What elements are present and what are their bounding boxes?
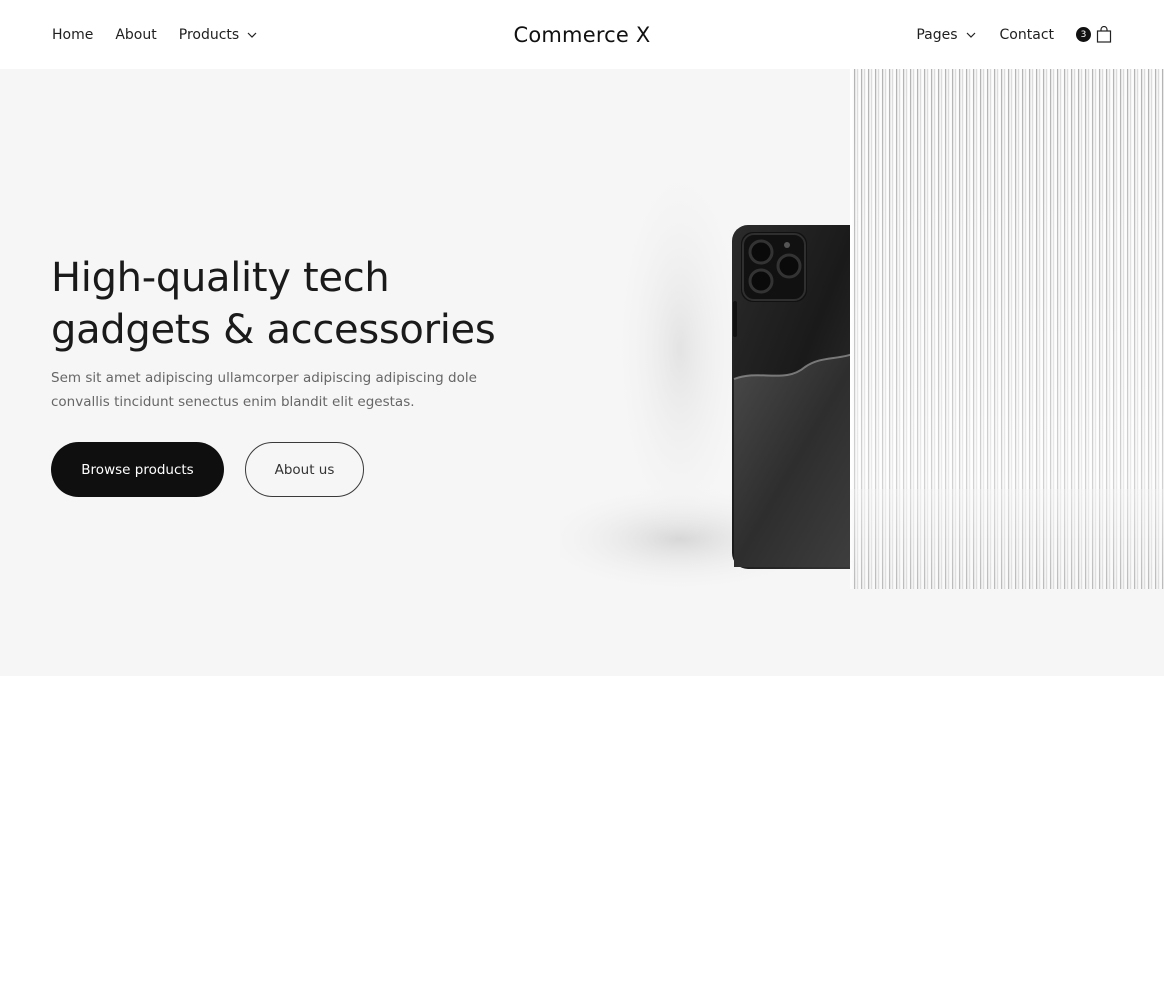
- nav-products-label: Products: [178, 26, 240, 43]
- hero-title-line-1: High-quality tech: [51, 255, 390, 301]
- hero-content: High-quality tech gadgets & accessories …: [51, 252, 531, 497]
- hero-title-line-2: gadgets & accessories: [51, 307, 496, 353]
- nav-pages-dropdown[interactable]: Pages: [916, 27, 975, 43]
- primary-nav: Home About Products: [52, 0, 279, 69]
- hero-description: Sem sit amet adipiscing ullamcorper adip…: [51, 370, 477, 410]
- secondary-nav: Pages Contact 3: [892, 0, 1112, 69]
- browse-products-button[interactable]: Browse products: [51, 442, 224, 497]
- brand-logo-text[interactable]: Commerce X: [513, 23, 650, 47]
- nav-pages-label: Pages: [916, 26, 958, 43]
- site-header: Home About Products Commerce X Pages Con…: [0, 0, 1164, 69]
- nav-products-dropdown[interactable]: Products: [179, 27, 257, 43]
- cart-button[interactable]: 3: [1076, 26, 1112, 43]
- nav-contact-link[interactable]: Contact: [1000, 27, 1054, 43]
- hero-actions: Browse products About us: [51, 442, 531, 497]
- chevron-down-icon: [247, 32, 257, 38]
- shopping-bag-icon: [1096, 26, 1112, 43]
- chevron-down-icon: [966, 32, 975, 38]
- hero-product-image: [560, 69, 1164, 599]
- cart-count-badge: 3: [1076, 27, 1091, 42]
- hero-title: High-quality tech gadgets & accessories: [51, 252, 531, 356]
- nav-home-link[interactable]: Home: [52, 27, 93, 43]
- hero-section: High-quality tech gadgets & accessories …: [0, 69, 1164, 676]
- about-us-button[interactable]: About us: [245, 442, 364, 497]
- nav-about-link[interactable]: About: [115, 27, 156, 43]
